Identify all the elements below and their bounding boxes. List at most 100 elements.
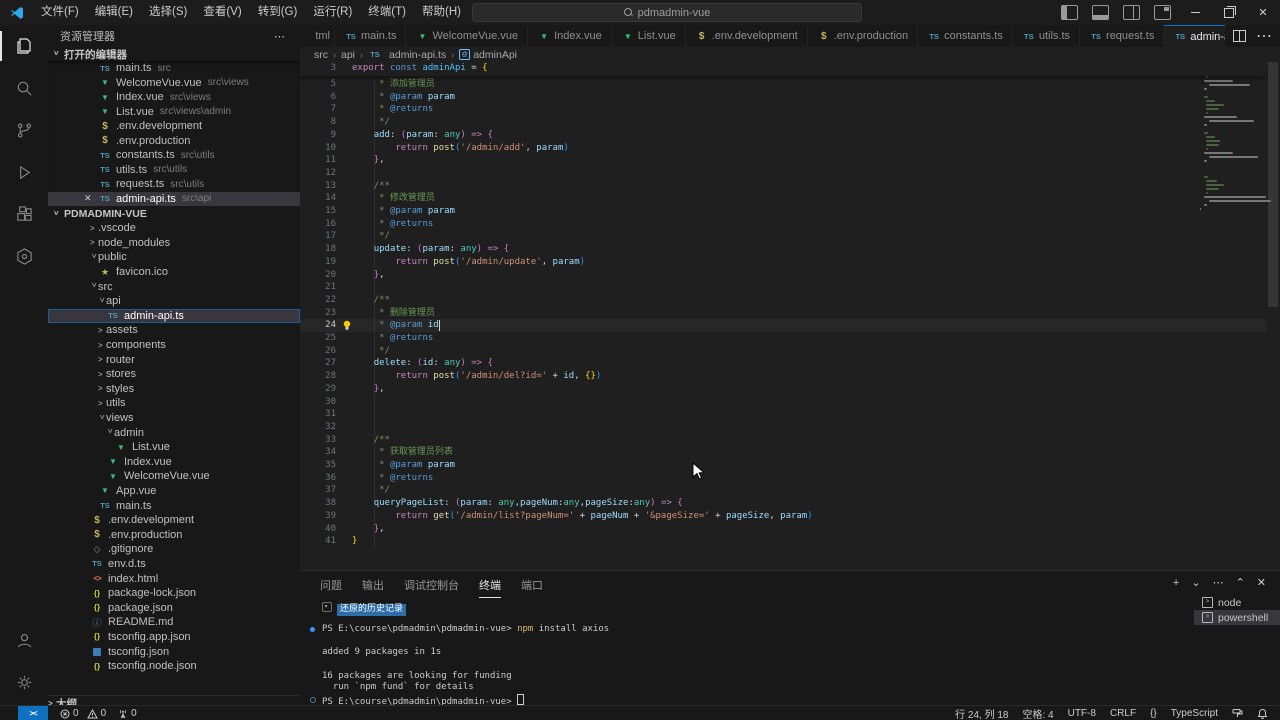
tree-item-.env.production[interactable]: $ .env.production — [48, 527, 300, 542]
tree-item-components[interactable]: > components — [48, 338, 300, 353]
tree-item-public[interactable]: > public — [48, 250, 300, 265]
code-line[interactable]: 33 /** — [300, 434, 1266, 447]
tree-item-App.vue[interactable]: ▼ App.vue — [48, 484, 300, 499]
command-center-search[interactable]: pdmadmin-vue — [472, 3, 862, 22]
code-line[interactable]: 36 * @returns — [300, 472, 1266, 485]
code-line[interactable]: 5 * 添加管理员 — [300, 78, 1266, 91]
menu-item[interactable]: 文件(F) — [33, 0, 87, 25]
menu-item[interactable]: 终端(T) — [360, 0, 414, 25]
tab-WelcomeVue.vue[interactable]: ▼ WelcomeVue.vue — [406, 25, 529, 47]
notifications-icon[interactable] — [1257, 708, 1268, 719]
tab-utils.ts[interactable]: TS utils.ts — [1012, 25, 1081, 47]
source-control-icon[interactable] — [0, 109, 48, 151]
code-line[interactable]: 29 }, — [300, 383, 1266, 396]
formatter-icon[interactable] — [1232, 708, 1243, 719]
tree-item-.env.development[interactable]: $ .env.development — [48, 513, 300, 528]
code-line[interactable]: 9 add: (param: any) => { — [300, 129, 1266, 142]
tree-item-tsconfig.json[interactable]: tsconfig.json — [48, 644, 300, 659]
tree-item-.gitignore[interactable]: ◇ .gitignore — [48, 542, 300, 557]
customize-layout-icon[interactable] — [1154, 5, 1171, 20]
tree-item-README.md[interactable]: ⓘ README.md — [48, 615, 300, 630]
code-line[interactable]: 7 * @returns — [300, 103, 1266, 116]
tree-item-stores[interactable]: > stores — [48, 367, 300, 382]
code-line[interactable]: 39 return get('/admin/list?pageNum=' + p… — [300, 510, 1266, 523]
code-line[interactable]: 32 — [300, 421, 1266, 434]
close-button[interactable]: ✕ — [1246, 0, 1280, 25]
tree-item-.vscode[interactable]: > .vscode — [48, 221, 300, 236]
menu-item[interactable]: 编辑(E) — [87, 0, 141, 25]
code-line[interactable]: 37 */ — [300, 484, 1266, 497]
remote-indicator[interactable]: >< — [18, 706, 48, 720]
tree-item-List.vue[interactable]: ▼ List.vue — [48, 440, 300, 455]
code-line[interactable]: 35 * @param param — [300, 459, 1266, 472]
open-editor-item[interactable]: TS constants.ts src\utils — [48, 148, 300, 163]
tree-item-admin[interactable]: > admin — [48, 425, 300, 440]
tab-request.ts[interactable]: TS request.ts — [1080, 25, 1165, 47]
panel-tab-问题[interactable]: 问题 — [320, 577, 342, 598]
tree-item-router[interactable]: > router — [48, 352, 300, 367]
open-editor-item[interactable]: TS main.ts src — [48, 61, 300, 76]
close-icon[interactable]: ✕ — [84, 193, 92, 204]
split-editor-icon[interactable] — [1233, 30, 1246, 42]
code-line[interactable]: 12 — [300, 167, 1266, 180]
code-line[interactable]: 15 * @param param — [300, 205, 1266, 218]
code-line[interactable]: 6 * @param param — [300, 91, 1266, 104]
tree-item-env.d.ts[interactable]: TS env.d.ts — [48, 557, 300, 572]
tree-item-Index.vue[interactable]: ▼ Index.vue — [48, 455, 300, 470]
code-line[interactable]: 27 delete: (id: any) => { — [300, 357, 1266, 370]
code-line[interactable]: 24 * @param id — [300, 319, 1266, 332]
tab-Index.vue[interactable]: ▼ Index.vue — [528, 25, 612, 47]
open-editor-item[interactable]: TS utils.ts src\utils — [48, 163, 300, 178]
panel-tab-输出[interactable]: 输出 — [362, 577, 384, 598]
tree-item-WelcomeVue.vue[interactable]: ▼ WelcomeVue.vue — [48, 469, 300, 484]
minimap[interactable] — [1200, 64, 1271, 212]
code-line[interactable]: 11 }, — [300, 154, 1266, 167]
extensions-icon[interactable] — [0, 193, 48, 235]
code-line[interactable]: 23 * 删除管理员 — [300, 307, 1266, 320]
language[interactable]: TypeScript — [1171, 708, 1218, 719]
editor-more-actions-icon[interactable]: ⋯ — [1256, 26, 1272, 46]
code-line[interactable]: 14 * 修改管理员 — [300, 192, 1266, 205]
maximize-panel-icon[interactable]: ⌃ — [1236, 576, 1245, 589]
code-line[interactable]: 22 /** — [300, 294, 1266, 307]
sidebar-more-actions-icon[interactable]: ⋯ — [274, 30, 286, 43]
code-editor[interactable]: 3 export const adminApi = { 5 * 添加管理员 6 * … — [300, 62, 1280, 570]
plugin-icon[interactable] — [0, 235, 48, 277]
breadcrumb-item[interactable]: src — [314, 49, 328, 61]
project-root-header[interactable]: > PDMADMIN-VUE — [48, 207, 300, 221]
open-editor-item[interactable]: $ .env.production — [48, 134, 300, 149]
lightbulb-icon[interactable] — [342, 320, 352, 331]
open-editor-item[interactable]: ▼ WelcomeVue.vue src\views — [48, 76, 300, 91]
tree-item-tsconfig.app.json[interactable]: {} tsconfig.app.json — [48, 630, 300, 645]
explorer-icon[interactable] — [0, 25, 48, 67]
panel-tab-终端[interactable]: 终端 — [479, 577, 501, 598]
sticky-scroll-line[interactable]: 3 export const adminApi = { — [300, 62, 1266, 76]
code-line[interactable]: 19 return post('/admin/update', param) — [300, 256, 1266, 269]
toggle-sidebar-icon[interactable] — [1061, 5, 1078, 20]
tree-item-package.json[interactable]: {} package.json — [48, 600, 300, 615]
indentation[interactable]: 空格: 4 — [1022, 706, 1053, 720]
tree-item-favicon.ico[interactable]: ★ favicon.ico — [48, 265, 300, 280]
open-editor-item[interactable]: ▼ Index.vue src\views — [48, 90, 300, 105]
code-line[interactable]: 30 — [300, 396, 1266, 409]
tab-main.ts[interactable]: TS main.ts — [335, 25, 407, 47]
code-line[interactable]: 20 }, — [300, 269, 1266, 282]
tab-.env.development[interactable]: $ .env.development — [685, 25, 808, 47]
open-editor-item[interactable]: ✕ TS admin-api.ts src\api — [48, 191, 300, 206]
code-line[interactable]: 28 return post('/admin/del?id=' + id, {}… — [300, 370, 1266, 383]
ports-indicator[interactable]: 0 — [118, 708, 137, 719]
tree-item-index.html[interactable]: <> index.html — [48, 571, 300, 586]
terminal-instance-node[interactable]: > node — [1194, 595, 1280, 610]
command-decoration-icon[interactable] — [310, 627, 315, 633]
menu-item[interactable]: 帮助(H) — [414, 0, 469, 25]
run-debug-icon[interactable] — [0, 151, 48, 193]
code-line[interactable]: 17 */ — [300, 230, 1266, 243]
encoding[interactable]: UTF-8 — [1068, 708, 1096, 719]
breadcrumb-item[interactable]: @ adminApi — [459, 49, 517, 61]
code-line[interactable]: 25 * @returns — [300, 332, 1266, 345]
editor-scrollbar[interactable] — [1268, 62, 1278, 307]
code-line[interactable]: 10 return post('/admin/add', param) — [300, 142, 1266, 155]
terminal-output[interactable]: 还原的历史记录 PS E:\course\pdmadmin\pdmadmin-vu… — [300, 601, 1190, 707]
code-line[interactable]: 18 update: (param: any) => { — [300, 243, 1266, 256]
menu-item[interactable]: 转到(G) — [250, 0, 306, 25]
